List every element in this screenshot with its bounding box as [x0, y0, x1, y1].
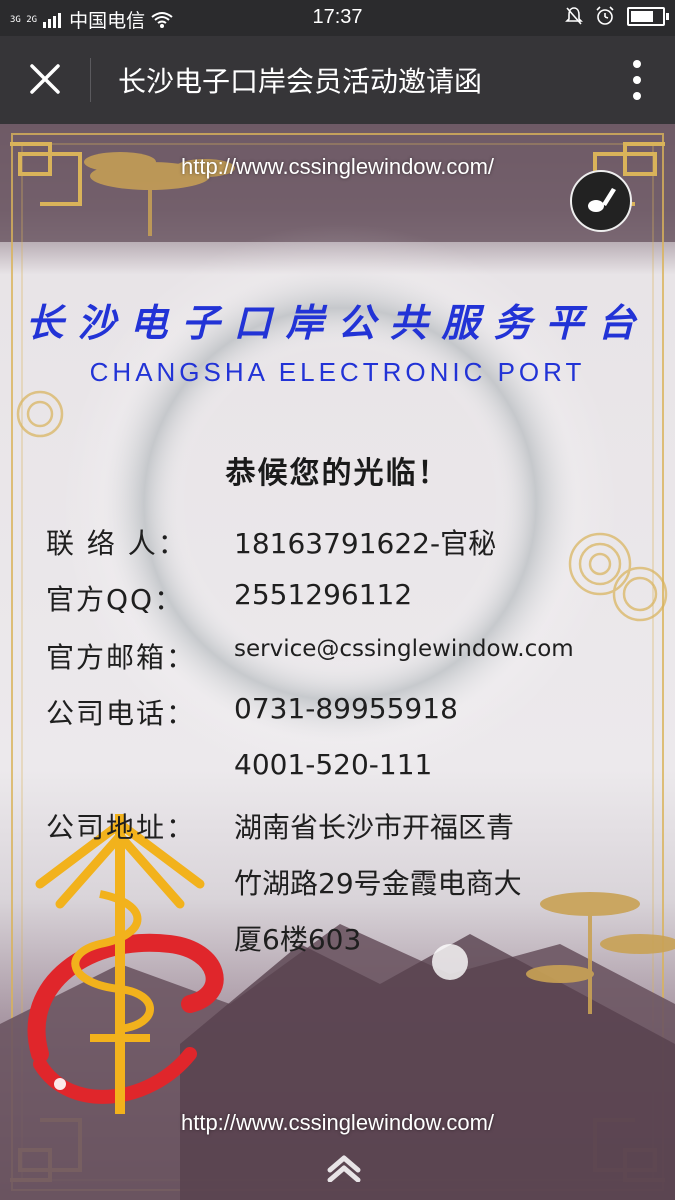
- bell-off-icon: [565, 7, 583, 25]
- heading-english: CHANGSHA ELECTRONIC PORT: [89, 357, 586, 387]
- contact-email: service@cssinglewindow.com: [234, 636, 574, 662]
- contact-phone-liaison: 18163791622-官秘: [234, 527, 497, 560]
- title-bar: 长沙电子口岸会员活动邀请函: [0, 36, 675, 124]
- battery-level: [631, 10, 654, 22]
- contact-label: 公司电话：: [46, 697, 197, 730]
- contact-label: 公司地址：: [46, 811, 197, 844]
- welcome-message: 恭候您的光临！: [225, 456, 450, 491]
- website-url-bottom: http://www.cssinglewindow.com/: [180, 1110, 495, 1135]
- contact-address-line3: 厦6楼603: [234, 923, 362, 956]
- music-toggle-button[interactable]: [570, 170, 632, 232]
- contact-address-line1: 湖南省长沙市开福区青: [234, 811, 515, 844]
- status-bar: 3G 2G 中国电信 17:37: [0, 0, 675, 36]
- battery-icon: [627, 6, 669, 26]
- contact-phone: 0731-89955918: [234, 692, 458, 725]
- alarm-icon: [596, 6, 614, 25]
- status-right: [565, 6, 669, 26]
- contact-label: 联 络 人：: [46, 527, 188, 560]
- page-title: 长沙电子口岸会员活动邀请函: [118, 65, 483, 98]
- contact-label: 官方QQ：: [46, 583, 185, 616]
- close-icon[interactable]: [22, 56, 68, 102]
- contact-qq: 2551296112: [234, 578, 413, 611]
- contact-label: 官方邮箱：: [46, 641, 197, 674]
- heading-chinese: 长沙电子口岸公共服务平台: [25, 300, 650, 345]
- music-note-icon: [588, 188, 616, 212]
- contact-address-line2: 竹湖路29号金霞电商大: [234, 867, 522, 900]
- title-separator: [90, 58, 91, 102]
- chevron-up-icon[interactable]: [326, 1152, 362, 1182]
- contact-hotline: 4001-520-111: [234, 748, 433, 781]
- invitation-page[interactable]: http://www.cssinglewindow.com/ 长沙电子口岸公共服…: [0, 124, 675, 1200]
- more-vertical-icon[interactable]: [625, 54, 649, 106]
